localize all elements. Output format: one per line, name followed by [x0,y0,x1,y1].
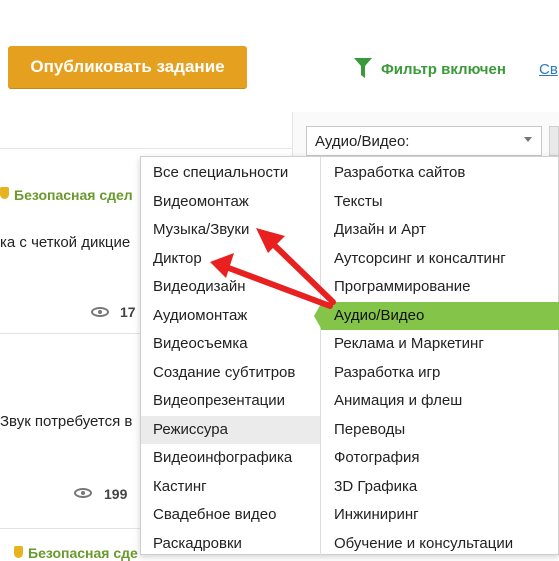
eye-icon [91,307,109,317]
shield-icon [14,546,23,558]
specialty-item[interactable]: Видеопрезентации [141,387,320,415]
shield-icon [0,187,9,199]
specialty-item[interactable]: Раскадровки [141,530,320,558]
view-count: 199 [104,486,128,502]
safe-deal-badge: Безопасная сдел [14,187,133,203]
specialty-item[interactable]: Видеосъемка [141,330,320,358]
category-item[interactable]: Фотография [321,444,559,472]
filter-side-button[interactable] [549,126,559,156]
category-item[interactable]: Программирование [321,273,559,301]
category-item[interactable]: Дизайн и Арт [321,216,559,244]
category-item[interactable]: Аутсорсинг и консалтинг [321,245,559,273]
category-item-selected[interactable]: Аудио/Видео [321,302,559,330]
category-item[interactable]: 3D Графика [321,473,559,501]
specialty-item[interactable]: Создание субтитров [141,359,320,387]
category-item[interactable]: Разработка игр [321,359,559,387]
specialty-item[interactable]: Диктор [141,245,320,273]
filter-link[interactable]: Св [539,61,558,78]
category-item[interactable]: Переводы [321,416,559,444]
specialty-item[interactable]: Свадебное видео [141,501,320,529]
category-item[interactable]: Разработка сайтов [321,159,559,187]
specialty-item[interactable]: Видеомонтаж [141,188,320,216]
category-select[interactable]: Аудио/Видео: [306,126,542,156]
category-item[interactable]: Инжиниринг [321,501,559,529]
filter-icon [354,58,372,78]
specialty-item[interactable]: Все специальности [141,159,320,187]
specialty-item[interactable]: Музыка/Звуки [141,216,320,244]
category-item[interactable]: Тексты [321,188,559,216]
eye-icon [74,488,92,498]
task-description[interactable]: ка с четкой дикцие [0,234,130,251]
specialty-item[interactable]: Видеодизайн [141,273,320,301]
safe-deal-badge: Безопасная сде [28,545,138,561]
specialty-item[interactable]: Аудиомонтаж [141,302,320,330]
view-count: 17 [120,304,136,320]
task-description[interactable]: Звук потребуется в [0,413,132,430]
task-list-header [0,112,292,149]
publish-task-button[interactable]: Опубликовать задание [8,46,247,88]
category-item[interactable]: Анимация и флеш [321,387,559,415]
specialty-item[interactable]: Видеоинфографика [141,444,320,472]
filter-status-label: Фильтр включен [381,61,506,78]
specialty-item[interactable]: Кастинг [141,473,320,501]
category-item[interactable]: Обучение и консультации [321,530,559,558]
category-item[interactable]: Реклама и Маркетинг [321,330,559,358]
chevron-down-icon [524,137,532,142]
specialty-item-hovered[interactable]: Режиссура [141,416,320,444]
